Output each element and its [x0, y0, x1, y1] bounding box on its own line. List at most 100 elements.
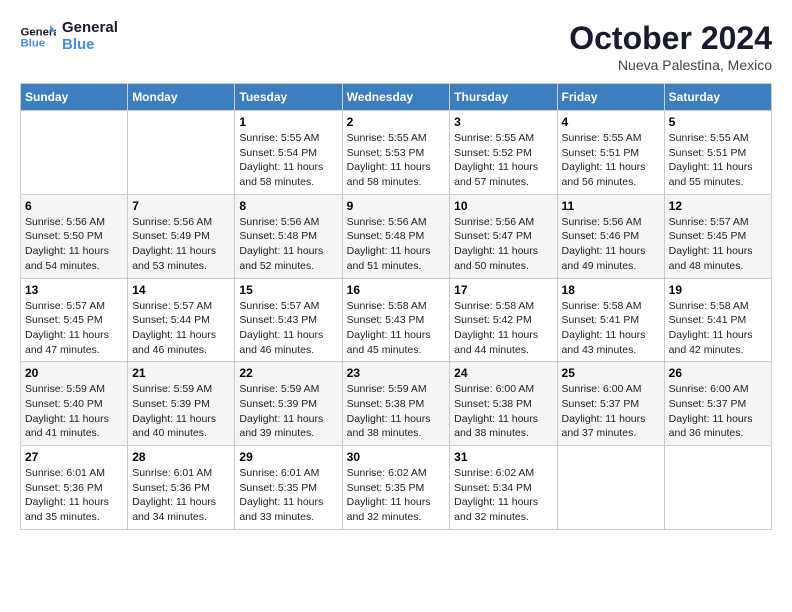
calendar-cell	[128, 111, 235, 195]
day-info: Sunrise: 6:00 AM Sunset: 5:37 PM Dayligh…	[669, 382, 767, 441]
month-title: October 2024	[569, 20, 772, 57]
calendar-cell: 23 Sunrise: 5:59 AM Sunset: 5:38 PM Dayli…	[342, 362, 450, 446]
day-info: Sunrise: 5:59 AM Sunset: 5:39 PM Dayligh…	[239, 382, 337, 441]
calendar-cell: 18 Sunrise: 5:58 AM Sunset: 5:41 PM Dayli…	[557, 278, 664, 362]
calendar-cell: 2 Sunrise: 5:55 AM Sunset: 5:53 PM Daylig…	[342, 111, 450, 195]
day-info: Sunrise: 5:59 AM Sunset: 5:39 PM Dayligh…	[132, 382, 230, 441]
day-number: 22	[239, 366, 337, 380]
weekday-header-tuesday: Tuesday	[235, 84, 342, 111]
calendar-week-row: 13 Sunrise: 5:57 AM Sunset: 5:45 PM Dayli…	[21, 278, 772, 362]
calendar-cell: 26Sunrise: 6:00 AM Sunset: 5:37 PM Dayli…	[664, 362, 771, 446]
calendar-week-row: 20Sunrise: 5:59 AM Sunset: 5:40 PM Dayli…	[21, 362, 772, 446]
calendar-cell: 5 Sunrise: 5:55 AM Sunset: 5:51 PM Daylig…	[664, 111, 771, 195]
day-number: 3	[454, 115, 552, 129]
day-number: 11	[562, 199, 660, 213]
day-number: 10	[454, 199, 552, 213]
day-number: 23	[347, 366, 446, 380]
calendar-cell	[21, 111, 128, 195]
day-info: Sunrise: 5:56 AM Sunset: 5:46 PM Dayligh…	[562, 215, 660, 274]
day-number: 13	[25, 283, 123, 297]
day-number: 14	[132, 283, 230, 297]
calendar-cell: 7Sunrise: 5:56 AM Sunset: 5:49 PM Daylig…	[128, 194, 235, 278]
weekday-header-monday: Monday	[128, 84, 235, 111]
calendar-cell: 28 Sunrise: 6:01 AM Sunset: 5:36 PM Dayli…	[128, 446, 235, 530]
calendar-cell: 19Sunrise: 5:58 AM Sunset: 5:41 PM Dayli…	[664, 278, 771, 362]
day-number: 21	[132, 366, 230, 380]
location: Nueva Palestina, Mexico	[569, 57, 772, 73]
calendar-cell	[664, 446, 771, 530]
calendar-cell: 21 Sunrise: 5:59 AM Sunset: 5:39 PM Dayli…	[128, 362, 235, 446]
day-info: Sunrise: 6:01 AM Sunset: 5:35 PM Dayligh…	[239, 466, 337, 525]
calendar-cell: 27 Sunrise: 6:01 AM Sunset: 5:36 PM Dayli…	[21, 446, 128, 530]
day-info: Sunrise: 5:55 AM Sunset: 5:53 PM Dayligh…	[347, 131, 446, 190]
calendar-cell: 4Sunrise: 5:55 AM Sunset: 5:51 PM Daylig…	[557, 111, 664, 195]
day-info: Sunrise: 5:58 AM Sunset: 5:42 PM Dayligh…	[454, 299, 552, 358]
day-number: 28	[132, 450, 230, 464]
day-info: Sunrise: 6:00 AM Sunset: 5:37 PM Dayligh…	[562, 382, 660, 441]
calendar-cell: 11 Sunrise: 5:56 AM Sunset: 5:46 PM Dayli…	[557, 194, 664, 278]
calendar-cell: 24 Sunrise: 6:00 AM Sunset: 5:38 PM Dayli…	[450, 362, 557, 446]
weekday-header-thursday: Thursday	[450, 84, 557, 111]
day-number: 2	[347, 115, 446, 129]
day-number: 16	[347, 283, 446, 297]
day-info: Sunrise: 6:02 AM Sunset: 5:34 PM Dayligh…	[454, 466, 552, 525]
day-info: Sunrise: 5:57 AM Sunset: 5:45 PM Dayligh…	[25, 299, 123, 358]
calendar-cell: 12 Sunrise: 5:57 AM Sunset: 5:45 PM Dayli…	[664, 194, 771, 278]
calendar-cell: 16 Sunrise: 5:58 AM Sunset: 5:43 PM Dayli…	[342, 278, 450, 362]
calendar-cell: 1Sunrise: 5:55 AM Sunset: 5:54 PM Daylig…	[235, 111, 342, 195]
calendar-cell: 17 Sunrise: 5:58 AM Sunset: 5:42 PM Dayli…	[450, 278, 557, 362]
day-info: Sunrise: 5:59 AM Sunset: 5:40 PM Dayligh…	[25, 382, 123, 441]
day-info: Sunrise: 5:56 AM Sunset: 5:49 PM Dayligh…	[132, 215, 230, 274]
calendar-cell: 22 Sunrise: 5:59 AM Sunset: 5:39 PM Dayli…	[235, 362, 342, 446]
calendar-cell: 30Sunrise: 6:02 AM Sunset: 5:35 PM Dayli…	[342, 446, 450, 530]
weekday-header-saturday: Saturday	[664, 84, 771, 111]
day-number: 4	[562, 115, 660, 129]
day-info: Sunrise: 6:01 AM Sunset: 5:36 PM Dayligh…	[132, 466, 230, 525]
title-block: October 2024 Nueva Palestina, Mexico	[569, 20, 772, 73]
calendar-cell: 29Sunrise: 6:01 AM Sunset: 5:35 PM Dayli…	[235, 446, 342, 530]
day-number: 9	[347, 199, 446, 213]
day-info: Sunrise: 5:57 AM Sunset: 5:45 PM Dayligh…	[669, 215, 767, 274]
calendar-cell: 25 Sunrise: 6:00 AM Sunset: 5:37 PM Dayli…	[557, 362, 664, 446]
calendar-cell: 31 Sunrise: 6:02 AM Sunset: 5:34 PM Dayli…	[450, 446, 557, 530]
day-info: Sunrise: 5:56 AM Sunset: 5:48 PM Dayligh…	[347, 215, 446, 274]
day-info: Sunrise: 5:59 AM Sunset: 5:38 PM Dayligh…	[347, 382, 446, 441]
calendar-cell: 10Sunrise: 5:56 AM Sunset: 5:47 PM Dayli…	[450, 194, 557, 278]
day-number: 15	[239, 283, 337, 297]
day-info: Sunrise: 5:57 AM Sunset: 5:43 PM Dayligh…	[239, 299, 337, 358]
calendar-cell: 3Sunrise: 5:55 AM Sunset: 5:52 PM Daylig…	[450, 111, 557, 195]
calendar-week-row: 27 Sunrise: 6:01 AM Sunset: 5:36 PM Dayli…	[21, 446, 772, 530]
logo-blue: Blue	[62, 36, 95, 53]
logo: General Blue General Blue	[20, 20, 118, 53]
weekday-header-friday: Friday	[557, 84, 664, 111]
calendar-week-row: 6Sunrise: 5:56 AM Sunset: 5:50 PM Daylig…	[21, 194, 772, 278]
day-number: 12	[669, 199, 767, 213]
weekday-header-row: SundayMondayTuesdayWednesdayThursdayFrid…	[21, 84, 772, 111]
day-number: 31	[454, 450, 552, 464]
day-info: Sunrise: 5:55 AM Sunset: 5:54 PM Dayligh…	[239, 131, 337, 190]
day-number: 5	[669, 115, 767, 129]
calendar-cell: 14Sunrise: 5:57 AM Sunset: 5:44 PM Dayli…	[128, 278, 235, 362]
day-info: Sunrise: 5:58 AM Sunset: 5:43 PM Dayligh…	[347, 299, 446, 358]
logo-general: General	[62, 19, 118, 36]
calendar-cell: 15 Sunrise: 5:57 AM Sunset: 5:43 PM Dayli…	[235, 278, 342, 362]
calendar-cell	[557, 446, 664, 530]
svg-text:Blue: Blue	[21, 37, 46, 49]
day-info: Sunrise: 6:00 AM Sunset: 5:38 PM Dayligh…	[454, 382, 552, 441]
weekday-header-wednesday: Wednesday	[342, 84, 450, 111]
calendar-cell: 8Sunrise: 5:56 AM Sunset: 5:48 PM Daylig…	[235, 194, 342, 278]
day-number: 25	[562, 366, 660, 380]
day-number: 27	[25, 450, 123, 464]
day-number: 30	[347, 450, 446, 464]
day-number: 18	[562, 283, 660, 297]
calendar-cell: 13 Sunrise: 5:57 AM Sunset: 5:45 PM Dayli…	[21, 278, 128, 362]
day-number: 17	[454, 283, 552, 297]
day-info: Sunrise: 5:55 AM Sunset: 5:51 PM Dayligh…	[669, 131, 767, 190]
calendar-cell: 6Sunrise: 5:56 AM Sunset: 5:50 PM Daylig…	[21, 194, 128, 278]
calendar-table: SundayMondayTuesdayWednesdayThursdayFrid…	[20, 83, 772, 530]
page-header: General Blue General Blue October 2024 N…	[20, 20, 772, 73]
day-number: 24	[454, 366, 552, 380]
day-info: Sunrise: 5:58 AM Sunset: 5:41 PM Dayligh…	[562, 299, 660, 358]
calendar-cell: 9 Sunrise: 5:56 AM Sunset: 5:48 PM Daylig…	[342, 194, 450, 278]
day-info: Sunrise: 6:01 AM Sunset: 5:36 PM Dayligh…	[25, 466, 123, 525]
